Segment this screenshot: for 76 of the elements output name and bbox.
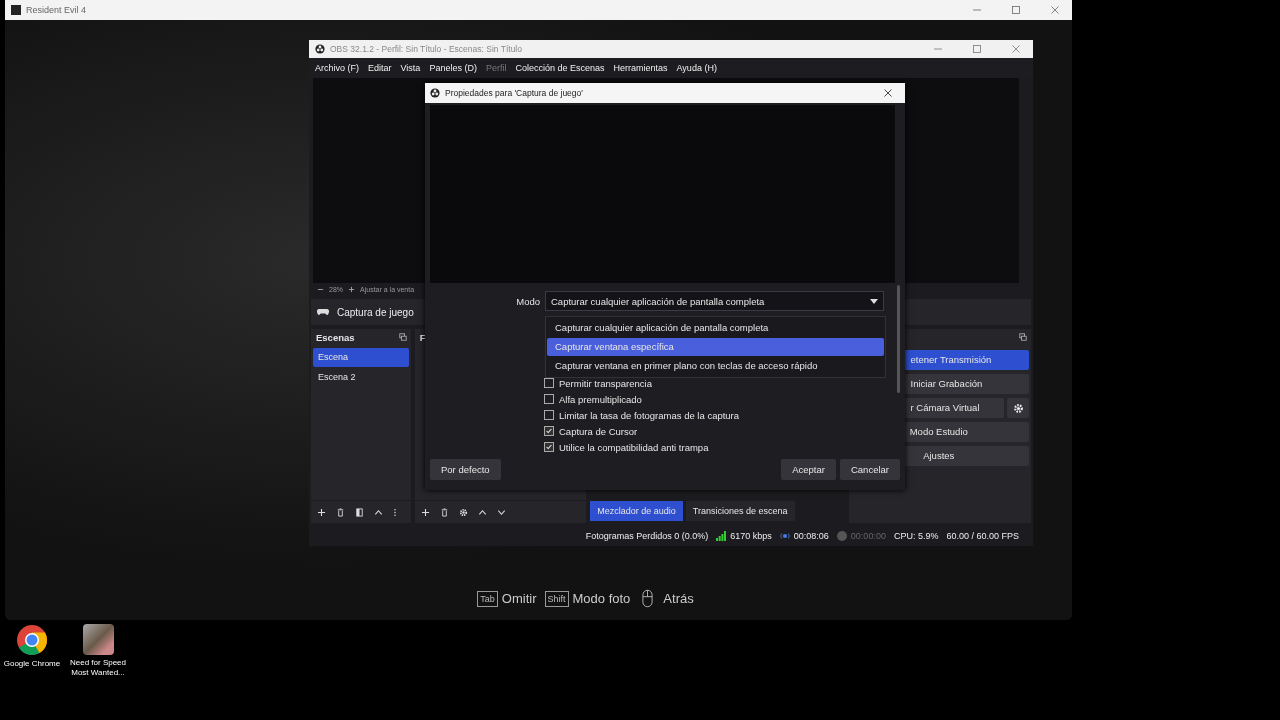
cpu-usage: CPU: 5.9% [893,531,939,541]
menu-item[interactable]: Paneles (D) [429,63,477,73]
mouse-icon [642,589,654,608]
window-title: Resident Evil 4 [26,5,87,15]
menu-item[interactable]: Ayuda (H) [676,63,717,73]
menu-item[interactable]: Colección de Escenas [515,63,605,73]
zoom-in-icon[interactable] [348,285,355,293]
undock-icon[interactable] [398,333,407,341]
checkbox[interactable] [544,394,554,404]
scene-item[interactable]: Escena 2 [313,368,409,387]
checkbox[interactable] [544,378,554,388]
trash-icon[interactable] [439,507,449,517]
filter-icon[interactable] [355,507,364,517]
checkbox-label: Alfa premultiplicado [559,393,642,405]
menu-item[interactable]: Vista [400,63,421,73]
icon-label: Google Chrome [3,659,61,669]
settings-button[interactable] [1007,398,1029,418]
checkbox[interactable] [544,410,554,420]
game-thumbnail[interactable] [82,624,114,655]
maximize-icon[interactable] [1011,5,1021,15]
checkbox-label: Limitar la tasa de fotogramas de la captura [559,409,740,421]
undock-icon[interactable] [1019,332,1027,341]
panel-title: Escenas [316,331,355,343]
hint-label: Modo foto [572,591,631,606]
checkbox-label: Utilice la compatibilidad anti trampa [559,441,709,453]
panel-title: F [419,331,426,343]
add-icon[interactable] [317,507,326,517]
move-up-icon[interactable] [374,507,383,517]
move-up-icon[interactable] [477,507,487,517]
hint-label: Atrás [663,591,694,606]
menu-item[interactable]: Archivo (F) [315,63,359,73]
dropdown-option[interactable]: Capturar cualquier aplicación de pantalla completa [547,319,884,337]
key-cap: Shift [544,590,569,607]
caret-icon [870,298,878,304]
app-logo-icon [315,44,325,54]
checkbox[interactable] [544,426,554,436]
dropdown-option[interactable]: Capturar ventana específica [547,338,884,356]
gear-icon [1012,402,1024,414]
checkbox-label: Captura de Cursor [559,425,638,437]
mode-dropdown[interactable]: Capturar cualquier aplicación de pantalla completa [545,291,884,311]
field-label: Modo [516,295,540,307]
more-icon[interactable] [393,507,397,517]
cancel-button[interactable]: Cancelar [839,459,900,480]
app-icon [11,5,21,15]
dock-tab[interactable]: Transiciones de escena [685,501,795,521]
source-name: Captura de juego [337,306,414,318]
dialog-title: Propiedades para 'Captura de juego' [445,88,583,98]
ok-button[interactable]: Aceptar [781,459,836,480]
menu-item[interactable]: Herramientas [613,63,668,73]
maximize-icon[interactable] [972,44,982,54]
app-logo-icon [430,88,440,98]
checkbox-label: Permitir transparencia [559,377,652,389]
window-title: OBS 32.1.2 - Perfil: Sin Título - Escenas: Sin Título [330,44,522,54]
menu-item[interactable]: Editar [368,63,392,73]
settings-icon[interactable] [458,507,468,517]
checkbox[interactable] [544,442,554,452]
record-time: 00:00:00 [850,531,886,541]
record-icon [836,531,847,541]
gamepad-icon [317,308,329,316]
close-icon[interactable] [883,88,893,98]
key-cap: Tab [477,590,498,607]
defaults-button[interactable]: Por defecto [430,459,501,480]
browser-icon[interactable] [16,624,48,656]
stream-icon [779,531,790,541]
hint-label: Omitir [501,591,537,606]
dropped-frames: Fotogramas Perdidos 0 (0.0%) [585,531,709,541]
dock-tab[interactable]: Mezclador de audio [590,501,683,521]
scene-item[interactable]: Escena [313,348,409,367]
scrollbar[interactable] [897,285,900,393]
trash-icon[interactable] [336,507,345,517]
fps-counter: 60.00 / 60.00 FPS [946,531,1019,541]
icon-label: Need for Speed Most Wanted... [68,658,127,678]
bitrate: 6170 kbps [730,531,772,541]
add-icon[interactable] [420,507,430,517]
stream-time: 00:08:06 [793,531,829,541]
signal-icon [716,531,727,541]
